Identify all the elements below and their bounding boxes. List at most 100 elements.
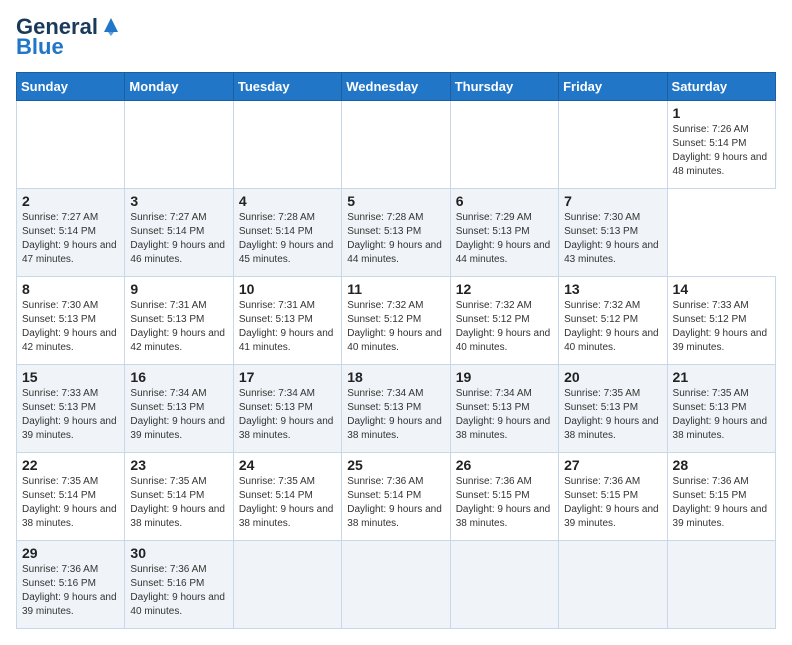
empty-cell xyxy=(342,101,450,189)
day-cell-15: 15 Sunrise: 7:33 AMSunset: 5:13 PMDayligh… xyxy=(17,365,125,453)
day-info: Sunrise: 7:34 AMSunset: 5:13 PMDaylight:… xyxy=(347,387,444,443)
day-number: 23 xyxy=(130,457,227,473)
day-info: Sunrise: 7:28 AMSunset: 5:13 PMDaylight:… xyxy=(347,211,444,267)
day-cell-25: 25Sunrise: 7:36 AMSunset: 5:14 PMDayligh… xyxy=(342,453,450,541)
empty-cell xyxy=(450,541,558,629)
day-info: Sunrise: 7:27 AMSunset: 5:14 PMDaylight:… xyxy=(22,211,119,267)
day-info: Sunrise: 7:30 AMSunset: 5:13 PMDaylight:… xyxy=(22,299,119,355)
day-number: 22 xyxy=(22,457,119,473)
day-info: Sunrise: 7:27 AMSunset: 5:14 PMDaylight:… xyxy=(130,211,227,267)
day-info: Sunrise: 7:36 AMSunset: 5:15 PMDaylight:… xyxy=(673,475,770,531)
header-saturday: Saturday xyxy=(667,73,775,101)
day-number: 15 xyxy=(22,369,119,385)
week-row-3: 8 Sunrise: 7:30 AMSunset: 5:13 PMDaylight… xyxy=(17,277,776,365)
day-cell-18: 18Sunrise: 7:34 AMSunset: 5:13 PMDayligh… xyxy=(342,365,450,453)
day-cell-21: 21 Sunrise: 7:35 AMSunset: 5:13 PMDayligh… xyxy=(667,365,775,453)
day-cell-6: 6 Sunrise: 7:29 AMSunset: 5:13 PMDaylight… xyxy=(450,189,558,277)
day-info: Sunrise: 7:36 AMSunset: 5:16 PMDaylight:… xyxy=(130,563,227,619)
day-number: 6 xyxy=(456,193,553,209)
empty-cell xyxy=(450,101,558,189)
day-cell-30: 30Sunrise: 7:36 AMSunset: 5:16 PMDayligh… xyxy=(125,541,233,629)
day-number: 11 xyxy=(347,281,444,297)
day-cell-2: 2 Sunrise: 7:27 AMSunset: 5:14 PMDaylight… xyxy=(17,189,125,277)
header-wednesday: Wednesday xyxy=(342,73,450,101)
day-cell-29: 29 Sunrise: 7:36 AMSunset: 5:16 PMDayligh… xyxy=(17,541,125,629)
day-info: Sunrise: 7:34 AMSunset: 5:13 PMDaylight:… xyxy=(130,387,227,443)
day-cell-22: 22 Sunrise: 7:35 AMSunset: 5:14 PMDayligh… xyxy=(17,453,125,541)
day-number: 13 xyxy=(564,281,661,297)
day-info: Sunrise: 7:31 AMSunset: 5:13 PMDaylight:… xyxy=(130,299,227,355)
page-header: General Blue xyxy=(16,16,776,60)
empty-cell xyxy=(233,101,341,189)
day-number: 26 xyxy=(456,457,553,473)
day-cell-9: 9 Sunrise: 7:31 AMSunset: 5:13 PMDaylight… xyxy=(125,277,233,365)
day-cell-12: 12 Sunrise: 7:32 AMSunset: 5:12 PMDayligh… xyxy=(450,277,558,365)
day-info: Sunrise: 7:31 AMSunset: 5:13 PMDaylight:… xyxy=(239,299,336,355)
day-cell-19: 19Sunrise: 7:34 AMSunset: 5:13 PMDayligh… xyxy=(450,365,558,453)
day-cell-5: 5 Sunrise: 7:28 AMSunset: 5:13 PMDaylight… xyxy=(342,189,450,277)
day-number: 2 xyxy=(22,193,119,209)
day-number: 28 xyxy=(673,457,770,473)
day-info: Sunrise: 7:35 AMSunset: 5:14 PMDaylight:… xyxy=(130,475,227,531)
day-number: 12 xyxy=(456,281,553,297)
day-number: 21 xyxy=(673,369,770,385)
logo-icon xyxy=(100,14,122,36)
day-number: 4 xyxy=(239,193,336,209)
day-number: 19 xyxy=(456,369,553,385)
empty-cell xyxy=(17,101,125,189)
day-info: Sunrise: 7:32 AMSunset: 5:12 PMDaylight:… xyxy=(456,299,553,355)
day-cell-23: 23 Sunrise: 7:35 AMSunset: 5:14 PMDayligh… xyxy=(125,453,233,541)
day-cell-8: 8 Sunrise: 7:30 AMSunset: 5:13 PMDaylight… xyxy=(17,277,125,365)
day-info: Sunrise: 7:35 AMSunset: 5:13 PMDaylight:… xyxy=(673,387,770,443)
empty-cell xyxy=(667,541,775,629)
empty-cell xyxy=(233,541,341,629)
week-row-5: 22 Sunrise: 7:35 AMSunset: 5:14 PMDayligh… xyxy=(17,453,776,541)
day-number: 9 xyxy=(130,281,227,297)
day-info: Sunrise: 7:33 AMSunset: 5:12 PMDaylight:… xyxy=(673,299,770,355)
empty-cell xyxy=(559,541,667,629)
day-info: Sunrise: 7:30 AMSunset: 5:13 PMDaylight:… xyxy=(564,211,661,267)
day-number: 29 xyxy=(22,545,119,561)
day-info: Sunrise: 7:34 AMSunset: 5:13 PMDaylight:… xyxy=(239,387,336,443)
day-number: 27 xyxy=(564,457,661,473)
day-cell-13: 13Sunrise: 7:32 AMSunset: 5:12 PMDayligh… xyxy=(559,277,667,365)
day-number: 24 xyxy=(239,457,336,473)
day-cell-16: 16 Sunrise: 7:34 AMSunset: 5:13 PMDayligh… xyxy=(125,365,233,453)
day-cell-24: 24Sunrise: 7:35 AMSunset: 5:14 PMDayligh… xyxy=(233,453,341,541)
header-friday: Friday xyxy=(559,73,667,101)
day-info: Sunrise: 7:36 AMSunset: 5:15 PMDaylight:… xyxy=(456,475,553,531)
day-cell-7: 7 Sunrise: 7:30 AMSunset: 5:13 PMDaylight… xyxy=(559,189,667,277)
day-info: Sunrise: 7:33 AMSunset: 5:13 PMDaylight:… xyxy=(22,387,119,443)
week-row-2: 2 Sunrise: 7:27 AMSunset: 5:14 PMDaylight… xyxy=(17,189,776,277)
day-info: Sunrise: 7:28 AMSunset: 5:14 PMDaylight:… xyxy=(239,211,336,267)
day-number: 16 xyxy=(130,369,227,385)
day-info: Sunrise: 7:36 AMSunset: 5:15 PMDaylight:… xyxy=(564,475,661,531)
day-number: 1 xyxy=(673,105,770,121)
header-tuesday: Tuesday xyxy=(233,73,341,101)
logo: General Blue xyxy=(16,16,122,60)
header-sunday: Sunday xyxy=(17,73,125,101)
day-info: Sunrise: 7:29 AMSunset: 5:13 PMDaylight:… xyxy=(456,211,553,267)
day-info: Sunrise: 7:32 AMSunset: 5:12 PMDaylight:… xyxy=(347,299,444,355)
day-number: 17 xyxy=(239,369,336,385)
day-cell-26: 26 Sunrise: 7:36 AMSunset: 5:15 PMDayligh… xyxy=(450,453,558,541)
day-cell-20: 20Sunrise: 7:35 AMSunset: 5:13 PMDayligh… xyxy=(559,365,667,453)
empty-cell xyxy=(559,101,667,189)
day-cell-17: 17 Sunrise: 7:34 AMSunset: 5:13 PMDayligh… xyxy=(233,365,341,453)
day-number: 5 xyxy=(347,193,444,209)
day-number: 3 xyxy=(130,193,227,209)
day-info: Sunrise: 7:36 AMSunset: 5:16 PMDaylight:… xyxy=(22,563,119,619)
day-info: Sunrise: 7:35 AMSunset: 5:14 PMDaylight:… xyxy=(22,475,119,531)
day-cell-1: 1 Sunrise: 7:26 AMSunset: 5:14 PMDaylight… xyxy=(667,101,775,189)
calendar-table: SundayMondayTuesdayWednesdayThursdayFrid… xyxy=(16,72,776,629)
week-row-6: 29 Sunrise: 7:36 AMSunset: 5:16 PMDayligh… xyxy=(17,541,776,629)
header-monday: Monday xyxy=(125,73,233,101)
day-number: 25 xyxy=(347,457,444,473)
day-cell-27: 27 Sunrise: 7:36 AMSunset: 5:15 PMDayligh… xyxy=(559,453,667,541)
empty-cell xyxy=(125,101,233,189)
day-number: 20 xyxy=(564,369,661,385)
day-number: 10 xyxy=(239,281,336,297)
day-info: Sunrise: 7:26 AMSunset: 5:14 PMDaylight:… xyxy=(673,123,770,179)
day-number: 7 xyxy=(564,193,661,209)
day-number: 8 xyxy=(22,281,119,297)
